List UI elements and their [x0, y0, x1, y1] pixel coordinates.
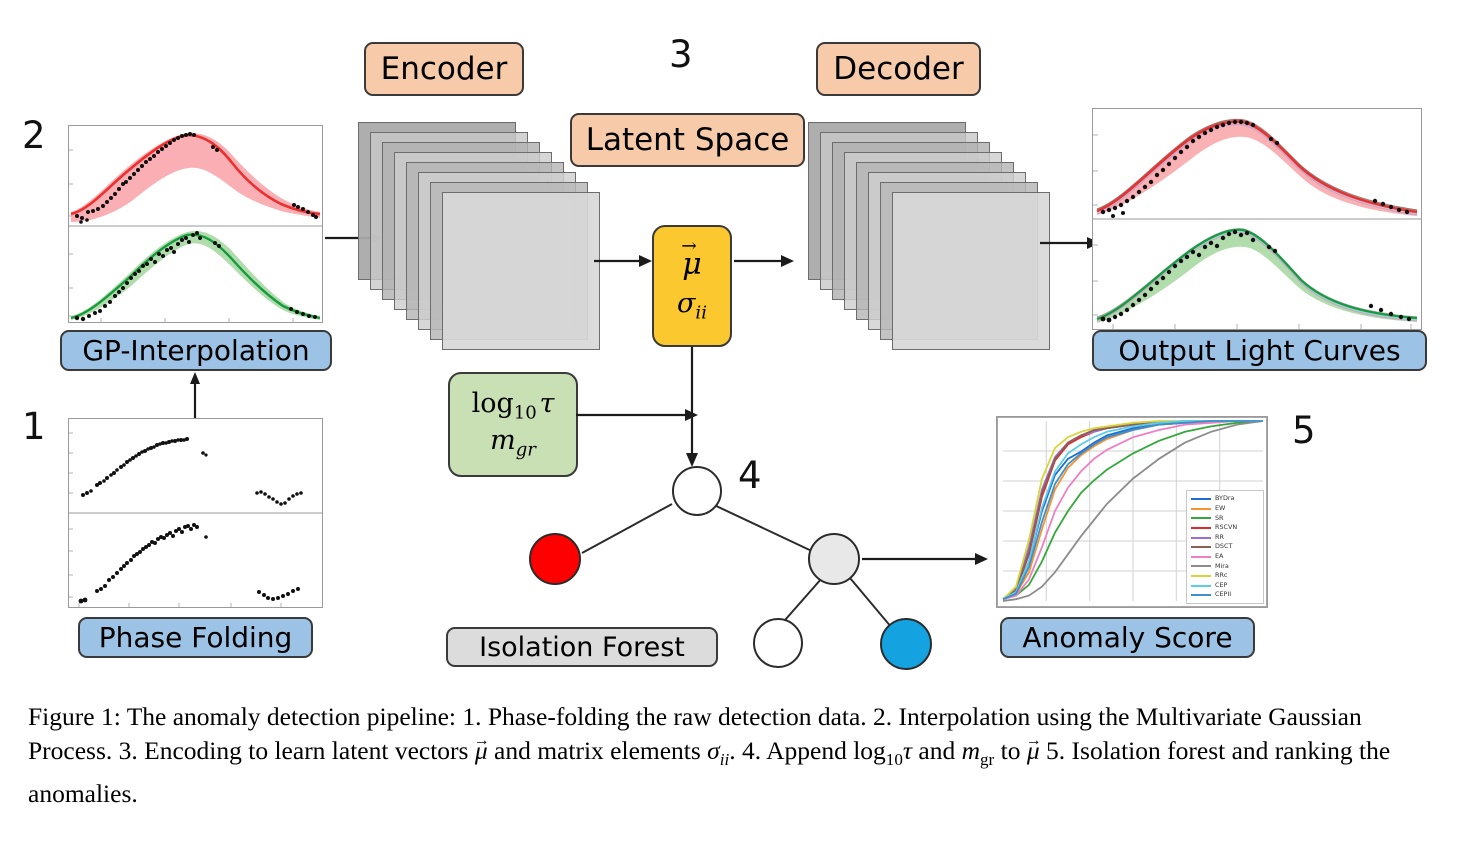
latent-sigma-symbol: σii [676, 287, 707, 324]
legend-item-cep: CEP [1191, 581, 1259, 591]
legend-swatch-rr [1191, 536, 1211, 539]
caption-part-4: and [912, 736, 962, 765]
caption-part-5: to [994, 736, 1027, 765]
latent-vector-box: μ σii [652, 225, 732, 347]
legend-swatch-mira [1191, 565, 1211, 568]
legend-swatch-cepii [1191, 594, 1211, 597]
caption-part-2: and matrix elements [487, 736, 708, 765]
legend-label-cep: CEP [1215, 580, 1228, 589]
output-light-curves-label-text: Output Light Curves [1118, 333, 1401, 367]
legend-label-ew: EW [1215, 504, 1226, 513]
stage-number-5: 5 [1292, 409, 1316, 452]
caption-tau: τ [902, 736, 913, 765]
latent-mu-symbol: μ [681, 238, 701, 280]
legend-label-rr: RR [1215, 532, 1224, 541]
legend-label-rrc: RRc [1215, 571, 1228, 580]
decoder-card-stack [808, 122, 1058, 352]
caption-m-gr: mgr [961, 736, 995, 770]
arrow-encoder-to-latent [594, 255, 652, 267]
m-gr-expression: mgr [490, 425, 536, 461]
decoder-label: Decoder [816, 42, 981, 96]
latent-space-label-text: Latent Space [585, 121, 790, 158]
legend-item-dsct: DSCT [1191, 542, 1259, 552]
legend-item-rscvn: RSCVN [1191, 523, 1259, 533]
legend-swatch-ew [1191, 507, 1211, 510]
gp-interpolation-label: GP-Interpolation [60, 330, 332, 371]
gp-interpolation-panel [68, 125, 323, 323]
legend-label-bydra: BYDra [1215, 494, 1235, 503]
legend-swatch-bydra [1191, 498, 1211, 501]
gp-interpolation-label-text: GP-Interpolation [82, 333, 310, 367]
decoder-card-8 [892, 192, 1050, 350]
figure-root: 1 Phase Folding 2 GP-Interpolation Encod… [0, 0, 1463, 851]
figure-caption: Figure 1: The anomaly detection pipeline… [28, 700, 1438, 811]
stage-number-1: 1 [22, 405, 46, 448]
legend-item-cepii: CEPII [1191, 590, 1259, 600]
decoder-label-text: Decoder [833, 50, 964, 87]
legend-label-dsct: DSCT [1215, 542, 1233, 551]
legend-item-rr: RR [1191, 533, 1259, 543]
phase-folding-label-text: Phase Folding [98, 620, 293, 654]
legend-item-bydra: BYDra [1191, 494, 1259, 504]
encoder-label-text: Encoder [380, 50, 508, 87]
caption-prefix: Figure 1: [28, 702, 121, 731]
output-light-curves-panel [1092, 108, 1422, 330]
legend-item-mira: Mira [1191, 562, 1259, 572]
legend-item-ea: EA [1191, 552, 1259, 562]
stage-number-2: 2 [22, 114, 46, 157]
output-light-curves-plot [1093, 118, 1421, 329]
legend-swatch-rscvn [1191, 527, 1211, 530]
legend-label-cepii: CEPII [1215, 590, 1232, 599]
legend-label-ea: EA [1215, 552, 1224, 561]
phase-folding-panel [68, 418, 323, 608]
arrow-latent-to-decoder [734, 255, 794, 267]
anomaly-score-label: Anomaly Score [1000, 617, 1255, 658]
tree-leaf-normal-blue [880, 618, 932, 670]
arrow-phase-to-gp [190, 372, 200, 418]
legend-item-rrc: RRc [1191, 571, 1259, 581]
output-light-curves-label: Output Light Curves [1092, 330, 1427, 371]
legend-label-mira: Mira [1215, 561, 1229, 570]
tree-leaf-white [753, 618, 803, 668]
caption-log-sub: 10 [885, 750, 903, 770]
arrow-tree-to-anomaly-score [862, 553, 988, 565]
legend-item-ew: EW [1191, 504, 1259, 514]
stage-number-3: 3 [669, 33, 693, 76]
log-tau-expression: log10 τ [471, 387, 555, 423]
anomaly-score-chart-panel: BYDra EW SR RSCVN RR DSCT EA Mira RRc CEP CEPII [996, 416, 1268, 608]
legend-swatch-sr [1191, 517, 1211, 520]
caption-mu-vector-2: μ [1026, 724, 1042, 768]
gp-interpolation-plot [69, 132, 322, 322]
latent-space-label: Latent Space [570, 113, 805, 167]
caption-mu-vector-1: μ [474, 724, 490, 768]
legend-swatch-ea [1191, 555, 1211, 558]
isolation-forest-label: Isolation Forest [446, 627, 718, 667]
caption-part-3: . 4. Append log [729, 736, 886, 765]
encoder-card-8 [442, 192, 600, 350]
arrow-latent-to-tree [686, 347, 698, 467]
legend-swatch-dsct [1191, 546, 1211, 549]
phase-folding-plot [69, 432, 322, 607]
tree-leaf-anomaly-red [529, 533, 581, 585]
anomaly-score-legend: BYDra EW SR RSCVN RR DSCT EA Mira RRc CEP CEPII [1186, 490, 1264, 604]
tree-root-node [672, 466, 722, 516]
legend-label-sr: SR [1215, 513, 1224, 522]
phase-folding-label: Phase Folding [78, 617, 313, 658]
legend-swatch-cep [1191, 584, 1211, 587]
legend-label-rscvn: RSCVN [1215, 523, 1238, 532]
legend-item-sr: SR [1191, 514, 1259, 524]
isolation-forest-label-text: Isolation Forest [479, 631, 685, 663]
caption-sigma-ii: σii [707, 736, 730, 770]
legend-swatch-rrc [1191, 575, 1211, 578]
encoder-label: Encoder [364, 42, 524, 96]
tree-internal-node-gray [808, 533, 860, 585]
anomaly-score-label-text: Anomaly Score [1022, 620, 1233, 654]
